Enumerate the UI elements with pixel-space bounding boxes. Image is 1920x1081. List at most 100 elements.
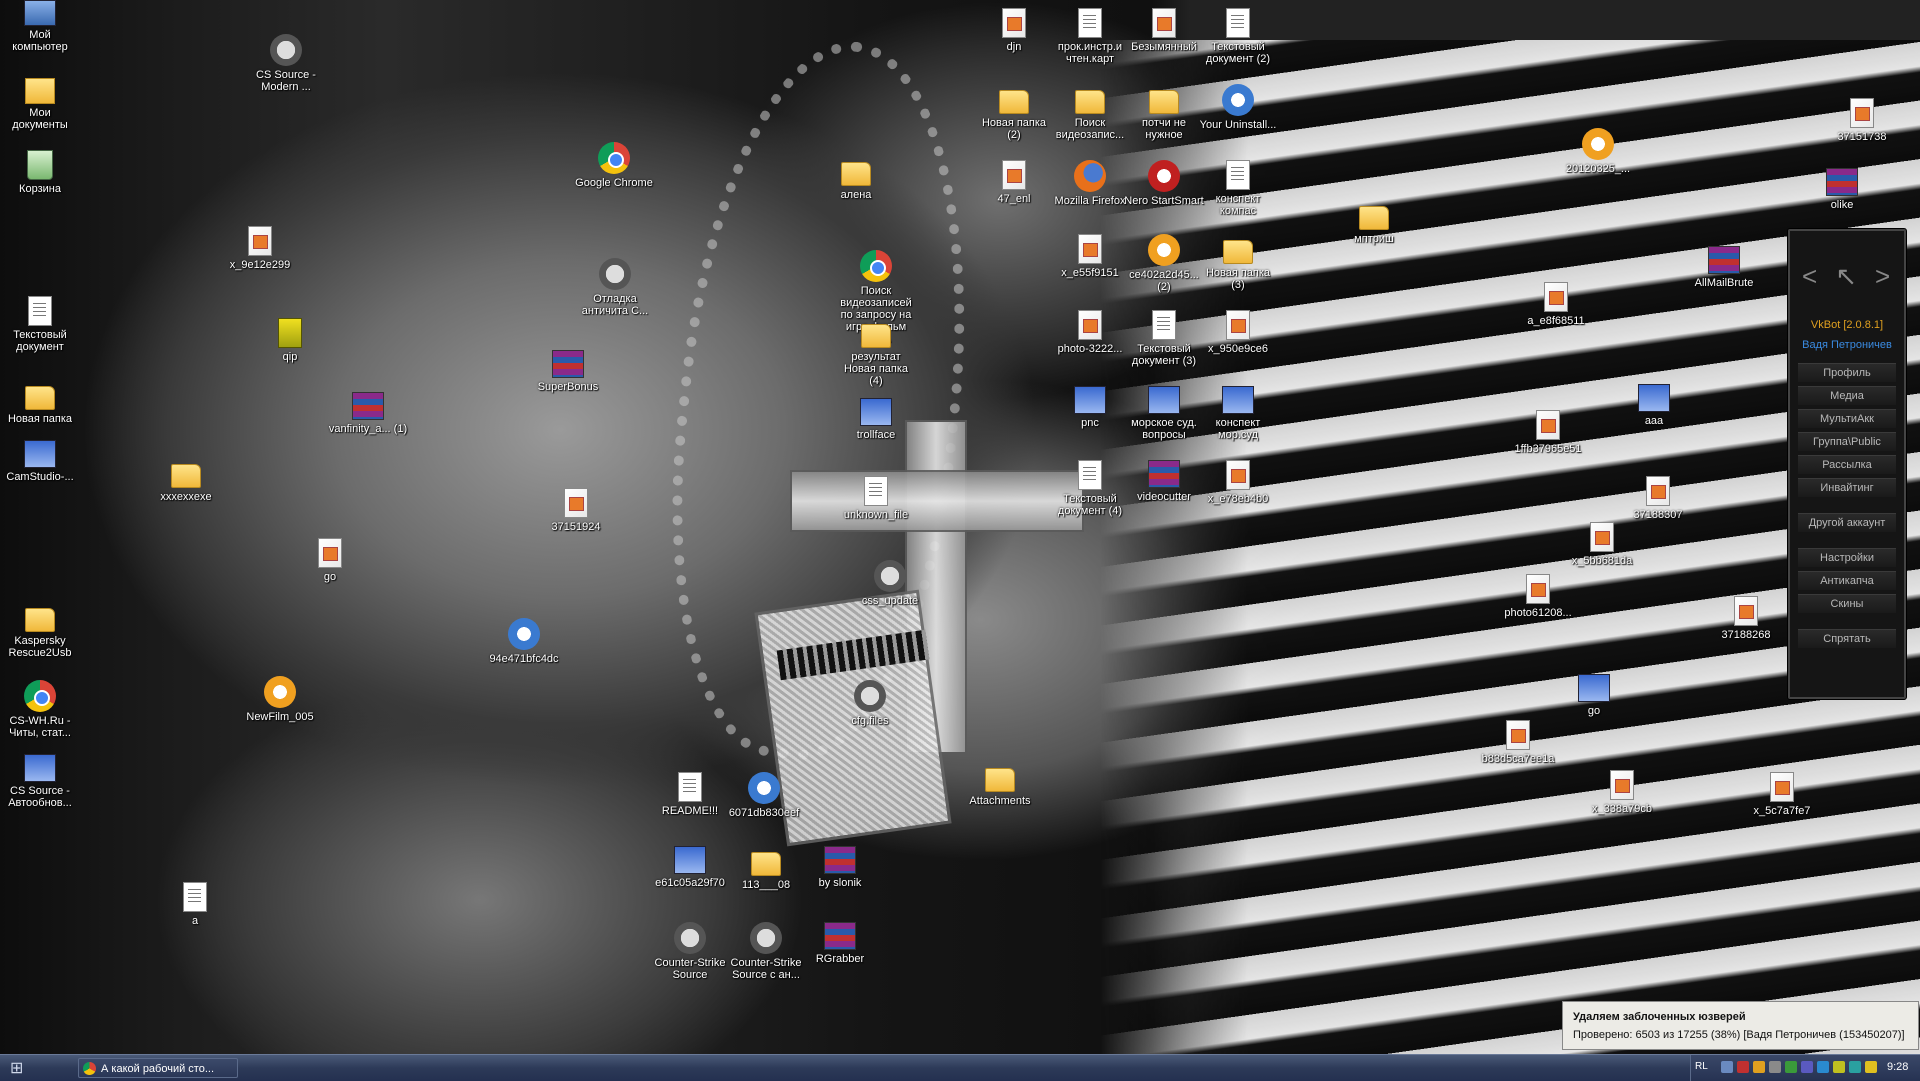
desktop-icon[interactable]: Kaspersky Rescue2Usb — [0, 602, 80, 659]
desktop-icon[interactable]: x_9e12e299 — [220, 226, 300, 271]
desktop-icon[interactable]: cfg.files — [830, 680, 910, 727]
desktop-icon[interactable]: результат Новая папка (4) — [836, 318, 916, 387]
desktop-icon[interactable]: 1ffb37965e51 — [1508, 410, 1588, 455]
desktop-icon[interactable]: djn — [974, 8, 1054, 53]
desktop-icon[interactable]: Your Uninstall... — [1198, 84, 1278, 131]
desktop-icon[interactable]: Текстовый документ — [0, 296, 80, 353]
desktop-icon[interactable]: Новая папка — [0, 380, 80, 425]
desktop-icon[interactable]: photo61208... — [1498, 574, 1578, 619]
desktop-icon[interactable]: Counter-Strike Source — [650, 922, 730, 981]
vkbot-panel[interactable]: <↖> VkBot [2.0.8.1] Вадя Петроничев Проф… — [1788, 229, 1906, 699]
volume-icon[interactable] — [1769, 1061, 1781, 1073]
tray-app-icon[interactable] — [1785, 1061, 1797, 1073]
desktop-icon[interactable]: 37151738 — [1822, 98, 1902, 143]
desktop-icon[interactable]: by slonik — [800, 846, 880, 889]
desktop-icon[interactable]: 47_enl — [974, 160, 1054, 205]
desktop-icon[interactable]: css_update — [850, 560, 930, 607]
desktop[interactable]: Мой компьютер Мои документы Корзина Текстов… — [0, 0, 1920, 1054]
desktop-icon[interactable]: Attachments — [960, 762, 1040, 807]
chevron-right-icon[interactable]: > — [1875, 261, 1908, 291]
vkbot-button[interactable]: Спрятать — [1798, 629, 1896, 648]
desktop-icon[interactable]: pnc — [1050, 386, 1130, 429]
desktop-icon[interactable]: Новая папка (3) — [1198, 234, 1278, 291]
desktop-icon[interactable]: go — [290, 538, 370, 583]
desktop-icon[interactable]: Counter-Strike Source с ан... — [726, 922, 806, 981]
desktop-icon[interactable]: x_e78eb4b0 — [1198, 460, 1278, 505]
clock[interactable]: 9:28 — [1887, 1061, 1908, 1073]
antivirus-icon[interactable] — [1737, 1061, 1749, 1073]
desktop-icon[interactable]: Безымянный — [1124, 8, 1204, 53]
vkbot-button[interactable]: Медиа — [1798, 386, 1896, 405]
desktop-icon[interactable]: photo-3222... — [1050, 310, 1130, 355]
vkbot-button[interactable]: Настройки — [1798, 548, 1896, 567]
desktop-icon[interactable]: a — [155, 882, 235, 927]
tray-app-icon[interactable] — [1817, 1061, 1829, 1073]
vkbot-button[interactable]: Другой аккаунт — [1798, 513, 1896, 532]
desktop-icon[interactable]: 37188307 — [1618, 476, 1698, 521]
desktop-icon[interactable]: Nero StartSmart — [1124, 160, 1204, 207]
desktop-icon[interactable]: CS Source - Modern ... — [246, 34, 326, 93]
desktop-icon[interactable]: videocutter — [1124, 460, 1204, 503]
desktop-icon[interactable]: Новая папка (2) — [974, 84, 1054, 141]
desktop-icon[interactable]: qip — [250, 318, 330, 363]
chevron-left-icon[interactable]: < — [1802, 261, 1835, 291]
desktop-icon[interactable]: x_5bb681da — [1562, 522, 1642, 567]
vkbot-button[interactable]: Антикапча — [1798, 571, 1896, 590]
tray-app-icon[interactable] — [1849, 1061, 1861, 1073]
desktop-icon[interactable]: x_5c7a7fe7 — [1742, 772, 1822, 817]
desktop-icon[interactable]: 94e471bfc4dc — [484, 618, 564, 665]
desktop-icon[interactable]: a_e8f68511 — [1516, 282, 1596, 327]
desktop-icon[interactable]: aaa — [1614, 384, 1694, 427]
desktop-icon[interactable]: CS Source - Автообнов... — [0, 754, 80, 809]
desktop-icon[interactable]: Мой компьютер — [0, 0, 80, 53]
desktop-icon[interactable]: b83d5ca7ee1a — [1478, 720, 1558, 765]
desktop-icon[interactable]: unknown_file — [836, 476, 916, 521]
desktop-icon[interactable]: Отладка античита С... — [575, 258, 655, 317]
start-button[interactable]: ⊞ — [10, 1058, 58, 1078]
vkbot-button[interactable]: Рассылка — [1798, 455, 1896, 474]
desktop-icon[interactable]: Корзина — [0, 150, 80, 195]
desktop-icon[interactable]: Текстовый документ (4) — [1050, 460, 1130, 517]
desktop-icon[interactable]: Текстовый документ (3) — [1124, 310, 1204, 367]
desktop-icon[interactable]: NewFilm_005 — [240, 676, 320, 723]
desktop-icon[interactable]: 37151924 — [536, 488, 616, 533]
desktop-icon[interactable]: Google Chrome — [574, 142, 654, 189]
desktop-icon[interactable]: мптриш — [1334, 200, 1414, 245]
desktop-icon[interactable]: RGrabber — [800, 922, 880, 965]
desktop-icon[interactable]: CamStudio-... — [0, 440, 80, 483]
vkbot-button[interactable]: МультиАкк — [1798, 409, 1896, 428]
desktop-icon[interactable]: конспект мор.суд — [1198, 386, 1278, 441]
desktop-icon[interactable]: ce402a2d45... (2) — [1124, 234, 1204, 293]
vkbot-user[interactable]: Вадя Петроничев — [1790, 339, 1904, 351]
desktop-icon[interactable]: AllMailBrute — [1684, 246, 1764, 289]
network-icon[interactable] — [1721, 1061, 1733, 1073]
desktop-icon[interactable]: алена — [816, 156, 896, 201]
tray-app-icon[interactable] — [1833, 1061, 1845, 1073]
vkbot-button[interactable]: Группа\Public — [1798, 432, 1896, 451]
taskbar-item-chrome[interactable]: А какой рабочий сто... — [78, 1058, 238, 1078]
tray-app-icon[interactable] — [1801, 1061, 1813, 1073]
desktop-icon[interactable]: 6071db830eef — [724, 772, 804, 819]
desktop-icon[interactable]: 37188268 — [1706, 596, 1786, 641]
desktop-icon[interactable]: Mozilla Firefox — [1050, 160, 1130, 207]
desktop-icon[interactable]: CS-WH.Ru - Читы, стат... — [0, 680, 80, 739]
desktop-icon[interactable]: trollface — [836, 398, 916, 441]
language-indicator[interactable]: RL — [1695, 1061, 1708, 1072]
desktop-icon[interactable]: x_338a79cb — [1582, 770, 1662, 815]
desktop-icon[interactable]: прок.инстр.и чтен.карт — [1050, 8, 1130, 65]
desktop-icon[interactable]: e61c05a29f70 — [650, 846, 730, 889]
desktop-icon[interactable]: Поиск видеозапис... — [1050, 84, 1130, 141]
desktop-icon[interactable]: x_e55f9151 — [1050, 234, 1130, 279]
desktop-icon[interactable]: olike — [1802, 168, 1882, 211]
desktop-icon[interactable]: vanfinity_a... (1) — [328, 392, 408, 435]
desktop-icon[interactable]: go — [1554, 674, 1634, 717]
desktop-icon[interactable]: SuperBonus — [528, 350, 608, 393]
notification-balloon[interactable]: Удаляем заблоченных юзверей Проверено: 6… — [1562, 1001, 1919, 1050]
tray-app-icon[interactable] — [1753, 1061, 1765, 1073]
desktop-icon[interactable]: README!!! — [650, 772, 730, 817]
vkbot-button[interactable]: Профиль — [1798, 363, 1896, 382]
desktop-icon[interactable]: Мои документы — [0, 74, 80, 131]
vkbot-button[interactable]: Инвайтинг — [1798, 478, 1896, 497]
desktop-icon[interactable]: конспект компас — [1198, 160, 1278, 217]
desktop-icon[interactable]: 113___08 — [726, 846, 806, 891]
